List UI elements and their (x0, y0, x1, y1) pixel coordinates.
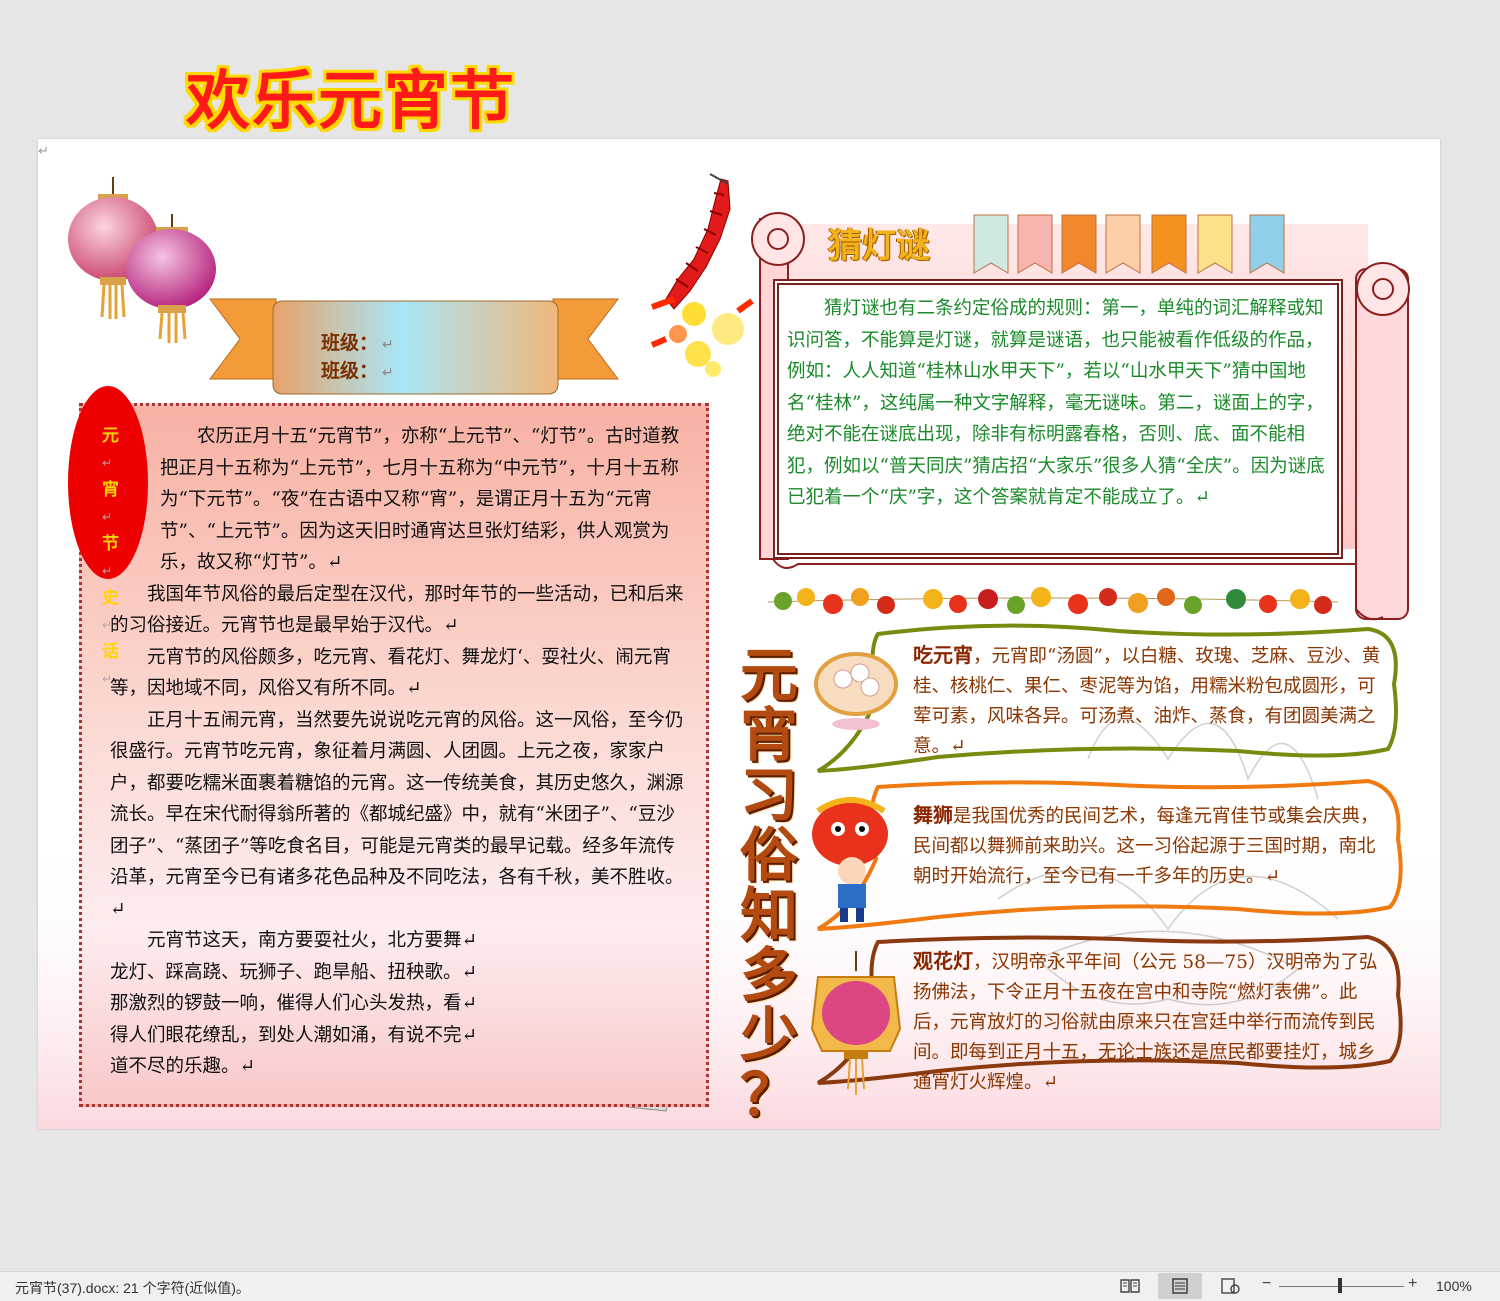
riddle-title: 猜灯谜 (828, 226, 930, 266)
history-paragraph: 农历正月十五“元宵节”，亦称“上元节”、“灯节”。古时道教把正月十五称为“上元节… (160, 426, 680, 573)
riddle-text: 猜灯谜也有二条约定俗成的规则：第一，单纯的词汇解释或知识问答，不能算是灯谜，就算… (787, 293, 1331, 514)
history-paragraph: 元宵节这天，南方要耍社火，北方要舞↵龙灯、踩高跷、玩狮子、跑旱船、扭秧歌。↵那激… (110, 930, 478, 1077)
document-info[interactable]: 元宵节(37).docx: 21 个字符(近似值)。 (15, 1278, 250, 1298)
custom-item-name: 舞狮 (913, 803, 953, 827)
custom-item-eat-yuanxiao: 吃元宵，元宵即“汤圆”，以白糖、玫瑰、芝麻、豆沙、黄桂、核桃仁、果仁、枣泥等为馅… (913, 640, 1383, 762)
custom-item-lion-dance: 舞狮是我国优秀的民间艺术，每逢元宵佳节或集会庆典，民间都以舞狮前来助兴。这一习俗… (913, 800, 1383, 892)
zoom-level[interactable]: 100% (1436, 1278, 1472, 1294)
customs-title-char: 少 (739, 1001, 798, 1069)
leaf-garland-icon (767, 587, 1339, 614)
zoom-slider-thumb[interactable] (1338, 1278, 1342, 1293)
customs-title-char: 知 (739, 881, 798, 949)
class-banner (209, 298, 619, 395)
class-label-text: 班级： (321, 332, 379, 354)
history-text: 农历正月十五“元宵节”，亦称“上元节”、“灯节”。古时道教把正月十五称为“上元节… (110, 421, 688, 1083)
custom-item-name: 吃元宵 (913, 643, 973, 667)
history-paragraph: 正月十五闹元宵，当然要先说说吃元宵的风俗。这一风俗，至今仍很盛行。元宵节吃元宵，… (110, 709, 684, 920)
customs-title-char: 俗 (739, 821, 798, 889)
custom-item-text: ，元宵即“汤圆”，以白糖、玫瑰、芝麻、豆沙、黄桂、核桃仁、果仁、枣泥等为馅，用糯… (913, 646, 1381, 757)
customs-title-char: 多 (739, 941, 798, 1009)
class-label: 班级： ↵ (321, 328, 394, 355)
paragraph-mark: ↵ (382, 337, 394, 353)
class-label: 班级： ↵ (321, 356, 394, 383)
web-layout-icon[interactable] (1219, 1276, 1241, 1296)
custom-item-lanterns: 观花灯，汉明帝永平年间（公元 58—75）汉明帝为了弘扬佛法，下令正月十五夜在宫… (913, 946, 1383, 1098)
custom-item-text: ，汉明帝永平年间（公元 58—75）汉明帝为了弘扬佛法，下令正月十五夜在宫中和寺… (913, 952, 1378, 1093)
zoom-in-button[interactable]: + (1408, 1275, 1417, 1293)
history-paragraph: 元宵节的风俗颇多，吃元宵、看花灯、舞龙灯‘、耍社火、闹元宵等，因地域不同，风俗又… (110, 646, 671, 700)
print-layout-icon[interactable] (1169, 1276, 1191, 1296)
paragraph-mark: ↵ (38, 144, 49, 159)
custom-item-text: 是我国优秀的民间艺术，每逢元宵佳节或集会庆典，民间都以舞狮前来助兴。这一习俗起源… (913, 806, 1379, 887)
class-label-text: 班级： (321, 360, 379, 382)
read-mode-icon[interactable] (1119, 1276, 1141, 1296)
customs-title-char: 习 (739, 761, 798, 829)
history-paragraph: 我国年节风俗的最后定型在汉代，那时年节的一些活动，已和后来的习俗接近。元宵节也是… (110, 583, 684, 637)
tangyuan-bowl-icon (814, 652, 898, 730)
custom-item-name: 观花灯 (913, 949, 973, 973)
firecracker-icon (650, 173, 754, 377)
customs-title-char: 元 (739, 641, 798, 709)
riddle-paragraph: 猜灯谜也有二条约定俗成的规则：第一，单纯的词汇解释或知识问答，不能算是灯谜，就算… (787, 298, 1325, 508)
status-bar: 元宵节(37).docx: 21 个字符(近似值)。 − + 100% (0, 1271, 1500, 1301)
customs-vertical-title: 元 宵 习 俗 知 多 少 ？ (734, 645, 804, 1125)
customs-title-char: ？ (739, 1061, 798, 1129)
zoom-out-button[interactable]: − (1262, 1275, 1271, 1293)
customs-title-char: 宵 (739, 701, 798, 769)
paragraph-mark: ↵ (382, 365, 394, 381)
page-title: 欢乐元宵节 (186, 65, 516, 139)
